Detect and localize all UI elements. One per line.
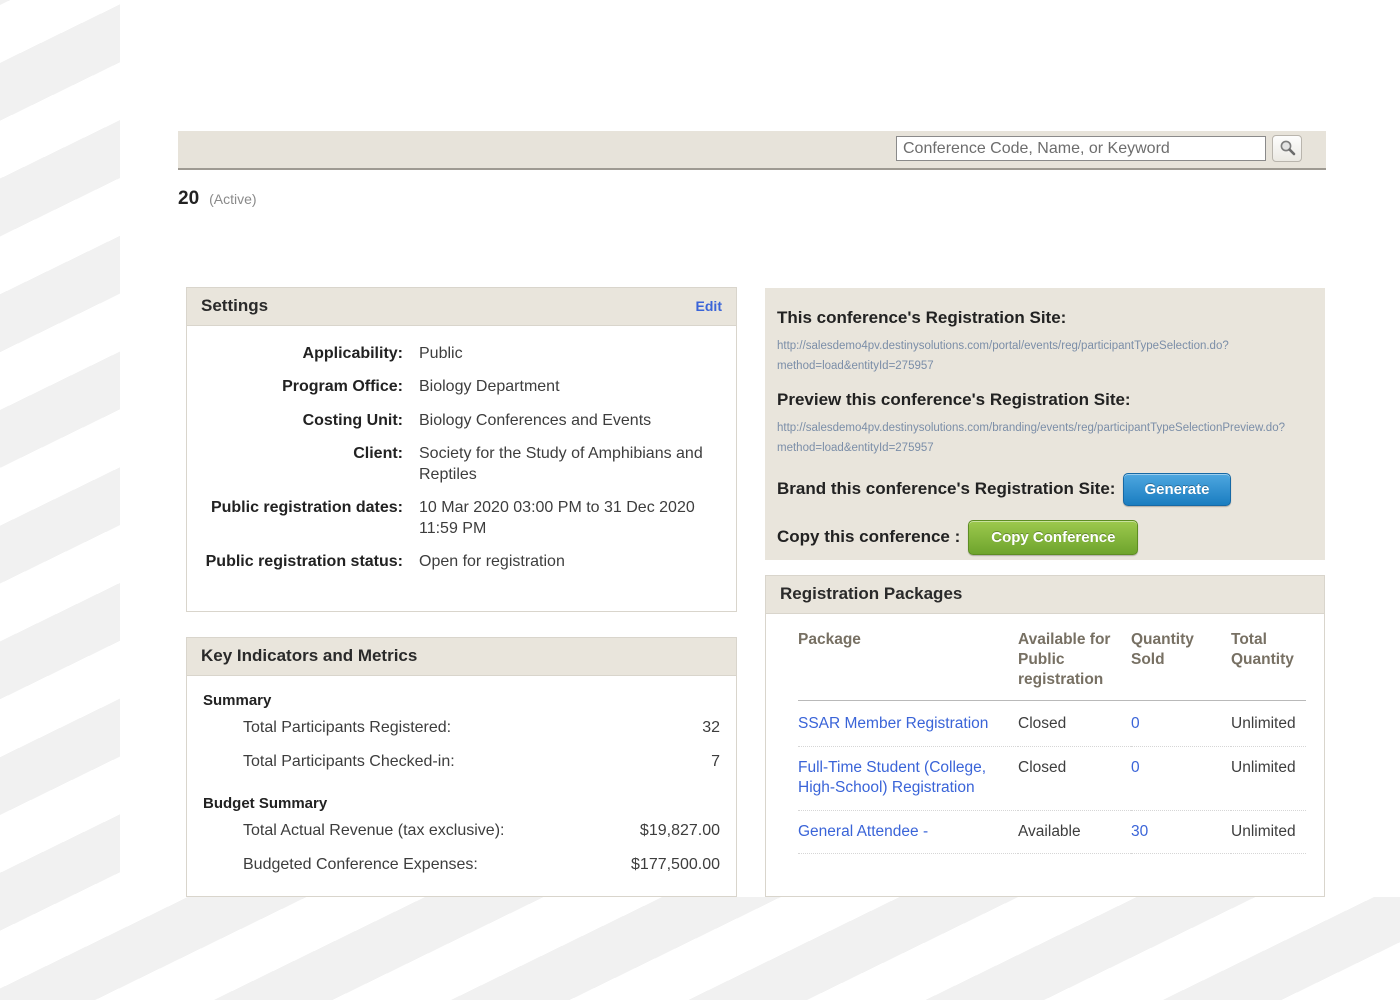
preview-site-url-line1[interactable]: http://salesdemo4pv.destinysolutions.com… <box>777 418 1309 438</box>
cell-total-quantity: Unlimited <box>1231 746 1306 810</box>
table-row: Full-Time Student (College, High-School)… <box>798 746 1306 810</box>
packages-table-wrapper: Package Available for Public registratio… <box>766 614 1324 854</box>
metrics-group-title: Summary <box>203 692 720 709</box>
settings-row-value: Biology Conferences and Events <box>419 411 651 431</box>
metrics-panel-title: Key Indicators and Metrics <box>201 646 417 666</box>
packages-panel-header: Registration Packages <box>766 576 1324 614</box>
generate-button[interactable]: Generate <box>1123 473 1230 506</box>
status-badge: (Active) <box>209 191 256 207</box>
settings-row-value: Society for the Study of Amphibians and … <box>419 444 719 485</box>
metric-value: $19,827.00 <box>590 822 720 840</box>
page-bottom-cutoff <box>0 897 1400 1000</box>
cell-quantity-sold: 0 <box>1131 701 1231 746</box>
search-button[interactable] <box>1272 135 1302 162</box>
packages-panel-title: Registration Packages <box>780 584 962 604</box>
cell-package: Full-Time Student (College, High-School)… <box>798 746 1018 810</box>
package-link[interactable]: General Attendee - <box>798 823 928 840</box>
settings-row-label: Client: <box>203 444 419 485</box>
settings-row-value: 10 Mar 2020 03:00 PM to 31 Dec 2020 11:5… <box>419 498 719 539</box>
settings-row-value: Open for registration <box>419 552 565 572</box>
cell-total-quantity: Unlimited <box>1231 810 1306 853</box>
metric-label: Total Participants Registered: <box>243 719 590 737</box>
registration-site-url-line1[interactable]: http://salesdemo4pv.destinysolutions.com… <box>777 336 1309 356</box>
table-header-row: Package Available for Public registratio… <box>798 630 1306 701</box>
metric-row: Total Actual Revenue (tax exclusive): $1… <box>203 822 720 840</box>
package-link[interactable]: Full-Time Student (College, High-School)… <box>798 759 986 796</box>
registration-packages-panel: Registration Packages Package Available … <box>765 575 1325 897</box>
registration-site-url-line2[interactable]: method=load&entityId=275957 <box>777 356 1309 376</box>
search-input[interactable] <box>896 136 1266 161</box>
settings-row-label: Program Office: <box>203 377 419 397</box>
settings-row-label: Public registration dates: <box>203 498 419 539</box>
settings-row-label: Applicability: <box>203 344 419 364</box>
column-header-available: Available for Public registration <box>1018 630 1131 701</box>
cell-available: Closed <box>1018 701 1131 746</box>
preview-site-heading: Preview this conference's Registration S… <box>777 390 1309 410</box>
quantity-sold-link[interactable]: 0 <box>1131 715 1140 732</box>
cell-available: Closed <box>1018 746 1131 810</box>
preview-site-url-line2[interactable]: method=load&entityId=275957 <box>777 438 1309 458</box>
settings-panel-header: Settings Edit <box>187 288 736 326</box>
cell-total-quantity: Unlimited <box>1231 701 1306 746</box>
cell-quantity-sold: 0 <box>1131 746 1231 810</box>
settings-row: Client: Society for the Study of Amphibi… <box>203 444 720 485</box>
cell-package: General Attendee - <box>798 810 1018 853</box>
metric-label: Total Participants Checked-in: <box>243 753 590 771</box>
settings-row-value: Biology Department <box>419 377 560 397</box>
spacer <box>777 376 1309 390</box>
copy-conference-row: Copy this conference : Copy Conference <box>777 520 1309 555</box>
column-header-package: Package <box>798 630 1018 701</box>
settings-row-label: Public registration status: <box>203 552 419 572</box>
metric-row: Budgeted Conference Expenses: $177,500.0… <box>203 856 720 874</box>
page-title: 20 (Active) <box>178 188 257 210</box>
table-row: SSAR Member Registration Closed 0 Unlimi… <box>798 701 1306 746</box>
cell-quantity-sold: 30 <box>1131 810 1231 853</box>
brand-site-row: Brand this conference's Registration Sit… <box>777 473 1309 506</box>
metrics-panel: Key Indicators and Metrics Summary Total… <box>186 637 737 897</box>
metrics-panel-body: Summary Total Participants Registered: 3… <box>187 676 736 900</box>
settings-row: Applicability: Public <box>203 344 720 364</box>
settings-row-value: Public <box>419 344 463 364</box>
copy-conference-button[interactable]: Copy Conference <box>968 520 1138 555</box>
cell-package: SSAR Member Registration <box>798 701 1018 746</box>
cell-available: Available <box>1018 810 1131 853</box>
metric-value: 32 <box>590 719 720 737</box>
settings-row: Costing Unit: Biology Conferences and Ev… <box>203 411 720 431</box>
conference-detail-page: 20 (Active) Settings Edit Applicability:… <box>0 0 1400 1000</box>
metric-label: Total Actual Revenue (tax exclusive): <box>243 822 590 840</box>
settings-panel-title: Settings <box>201 296 268 316</box>
metric-label: Budgeted Conference Expenses: <box>243 856 590 874</box>
table-row: General Attendee - Available 30 Unlimite… <box>798 810 1306 853</box>
search-area <box>896 135 1302 162</box>
conference-number: 20 <box>178 188 199 210</box>
top-toolbar <box>178 131 1326 170</box>
settings-row: Program Office: Biology Department <box>203 377 720 397</box>
edit-settings-link[interactable]: Edit <box>696 298 722 314</box>
settings-row: Public registration dates: 10 Mar 2020 0… <box>203 498 720 539</box>
copy-conference-label: Copy this conference : <box>777 527 960 547</box>
quantity-sold-link[interactable]: 0 <box>1131 759 1140 776</box>
settings-panel-body: Applicability: Public Program Office: Bi… <box>187 326 736 596</box>
registration-site-panel: This conference's Registration Site: htt… <box>765 288 1325 560</box>
search-icon <box>1279 139 1296 159</box>
metrics-group-title: Budget Summary <box>203 795 720 812</box>
registration-site-heading: This conference's Registration Site: <box>777 308 1309 328</box>
packages-table: Package Available for Public registratio… <box>798 630 1306 854</box>
settings-panel: Settings Edit Applicability: Public Prog… <box>186 287 737 612</box>
metric-value: $177,500.00 <box>590 856 720 874</box>
column-header-quantity-sold: Quantity Sold <box>1131 630 1231 701</box>
brand-site-label: Brand this conference's Registration Sit… <box>777 479 1115 499</box>
settings-row: Public registration status: Open for reg… <box>203 552 720 572</box>
quantity-sold-link[interactable]: 30 <box>1131 823 1148 840</box>
column-header-total-quantity: Total Quantity <box>1231 630 1306 701</box>
metric-row: Total Participants Checked-in: 7 <box>203 753 720 771</box>
metric-row: Total Participants Registered: 32 <box>203 719 720 737</box>
package-link[interactable]: SSAR Member Registration <box>798 715 988 732</box>
metric-value: 7 <box>590 753 720 771</box>
metrics-divider <box>203 787 720 793</box>
metrics-panel-header: Key Indicators and Metrics <box>187 638 736 676</box>
settings-row-label: Costing Unit: <box>203 411 419 431</box>
